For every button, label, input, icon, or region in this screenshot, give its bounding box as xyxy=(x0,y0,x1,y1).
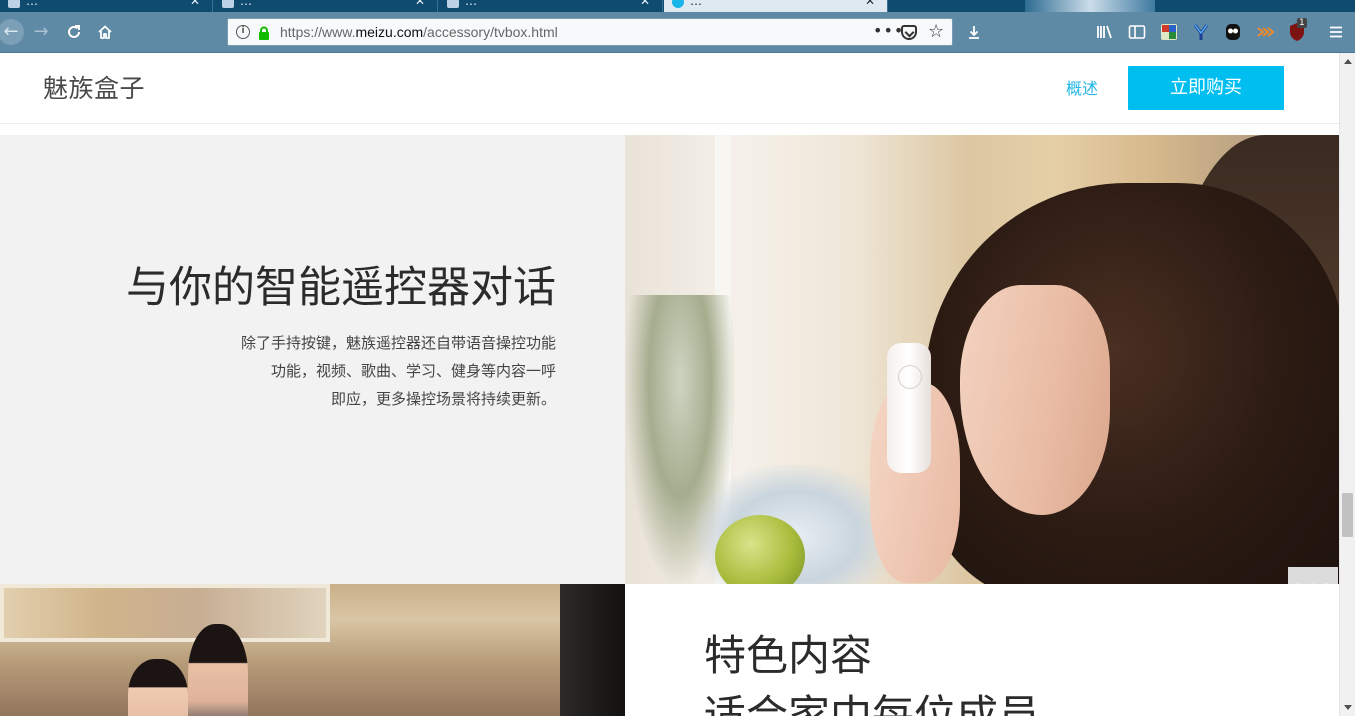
description-line: 功能，视频、歌曲、学习、健身等内容一呼 xyxy=(270,362,556,380)
photo-person-2 xyxy=(128,659,188,716)
url-path: /accessory/tvbox.html xyxy=(423,24,558,40)
close-icon[interactable]: ✕ xyxy=(190,0,200,7)
address-bar[interactable]: i https://www.meizu.com/accessory/tvbox.… xyxy=(227,18,953,46)
buy-now-button[interactable]: 立即购买 xyxy=(1128,66,1284,110)
menu-icon[interactable] xyxy=(1325,21,1347,43)
tab-2[interactable]: … ✕ xyxy=(214,0,438,12)
tab-1[interactable]: … ✕ xyxy=(0,0,213,12)
library-icon[interactable] xyxy=(1094,21,1116,43)
section-title: 特色内容 xyxy=(704,631,873,680)
url-text[interactable]: https://www.meizu.com/accessory/tvbox.ht… xyxy=(280,19,558,45)
page-actions-more-icon[interactable]: ••• xyxy=(873,19,904,43)
ghostery-extension-icon[interactable] xyxy=(1222,21,1244,43)
bookmark-star-icon[interactable]: ☆ xyxy=(928,19,944,45)
family-watching-tv-photo xyxy=(0,584,625,716)
yandex-extension-icon[interactable] xyxy=(1190,21,1212,43)
url-scheme: https://www. xyxy=(280,24,356,40)
close-icon[interactable]: ✕ xyxy=(865,0,875,7)
tab-favicon xyxy=(8,0,20,8)
featured-content-section: 特色内容 适合家中每位成员 xyxy=(0,584,1339,716)
forward-arrow-icon[interactable]: → xyxy=(28,19,54,45)
navigation-toolbar: ← → i https://www.meizu.com/accessory/tv… xyxy=(0,12,1355,53)
scrollbar-thumb[interactable] xyxy=(1342,493,1353,537)
rss-extension-icon[interactable] xyxy=(1254,21,1276,43)
product-brand[interactable]: 魅族盒子 xyxy=(43,71,145,107)
page-info-icon[interactable]: i xyxy=(236,25,250,39)
reload-icon[interactable] xyxy=(61,19,87,45)
photo-remote xyxy=(887,343,931,473)
featured-content-text-panel: 特色内容 适合家中每位成员 xyxy=(625,584,1339,716)
photo-wall-art xyxy=(0,584,330,642)
overview-link[interactable]: 概述 xyxy=(1066,78,1098,100)
photo-person-1 xyxy=(188,624,248,716)
woman-using-remote-photo xyxy=(625,135,1339,584)
tab-title: … xyxy=(240,0,252,7)
tab-title: … xyxy=(465,0,477,7)
back-arrow-icon[interactable]: ← xyxy=(0,19,24,45)
sidebar-icon[interactable] xyxy=(1126,21,1148,43)
scroll-down-arrow-icon[interactable] xyxy=(1344,705,1352,710)
page-scrollbar[interactable] xyxy=(1339,53,1355,716)
tab-title: … xyxy=(26,0,38,7)
translate-extension-icon[interactable] xyxy=(1158,21,1180,43)
section-subtitle: 适合家中每位成员 xyxy=(704,691,1041,716)
meizu-favicon-icon xyxy=(672,0,684,8)
voice-remote-section: 与你的智能遥控器对话 除了手持按键，魅族遥控器还自带语音操控功能 功能，视频、歌… xyxy=(0,135,1339,584)
section-title: 与你的智能遥控器对话 xyxy=(126,263,556,313)
home-icon[interactable] xyxy=(92,19,118,45)
description-line: 即应，更多操控场景将持续更新。 xyxy=(330,390,556,408)
photo-tv-edge xyxy=(560,584,625,716)
scroll-up-arrow-icon[interactable] xyxy=(1344,59,1352,64)
ublock-extension-icon[interactable]: 1 xyxy=(1286,18,1308,43)
theme-background xyxy=(1025,0,1155,12)
tab-strip: … ✕ … ✕ … ✕ … ✕ xyxy=(0,0,1355,12)
lock-icon[interactable] xyxy=(257,25,271,40)
tab-3[interactable]: … ✕ xyxy=(439,0,663,12)
tab-4-active[interactable]: … ✕ xyxy=(664,0,888,12)
pocket-icon[interactable] xyxy=(901,25,917,40)
page-viewport: 魅族盒子 概述 立即购买 与你的智能遥控器对话 除了手持按键，魅族遥控器还自带语… xyxy=(0,53,1339,716)
tab-favicon xyxy=(222,0,234,8)
downloads-icon[interactable] xyxy=(963,21,985,43)
url-host: meizu.com xyxy=(355,24,424,40)
description-line: 除了手持按键，魅族遥控器还自带语音操控功能 xyxy=(240,334,556,352)
site-header: 魅族盒子 概述 立即购买 xyxy=(0,53,1339,124)
tab-title: … xyxy=(690,0,702,7)
tab-favicon xyxy=(447,0,459,8)
section-description: 除了手持按键，魅族遥控器还自带语音操控功能 功能，视频、歌曲、学习、健身等内容一… xyxy=(176,329,556,413)
close-icon[interactable]: ✕ xyxy=(415,0,425,7)
ublock-badge: 1 xyxy=(1297,18,1307,28)
voice-remote-text-panel: 与你的智能遥控器对话 除了手持按键，魅族遥控器还自带语音操控功能 功能，视频、歌… xyxy=(0,135,625,584)
close-icon[interactable]: ✕ xyxy=(640,0,650,7)
